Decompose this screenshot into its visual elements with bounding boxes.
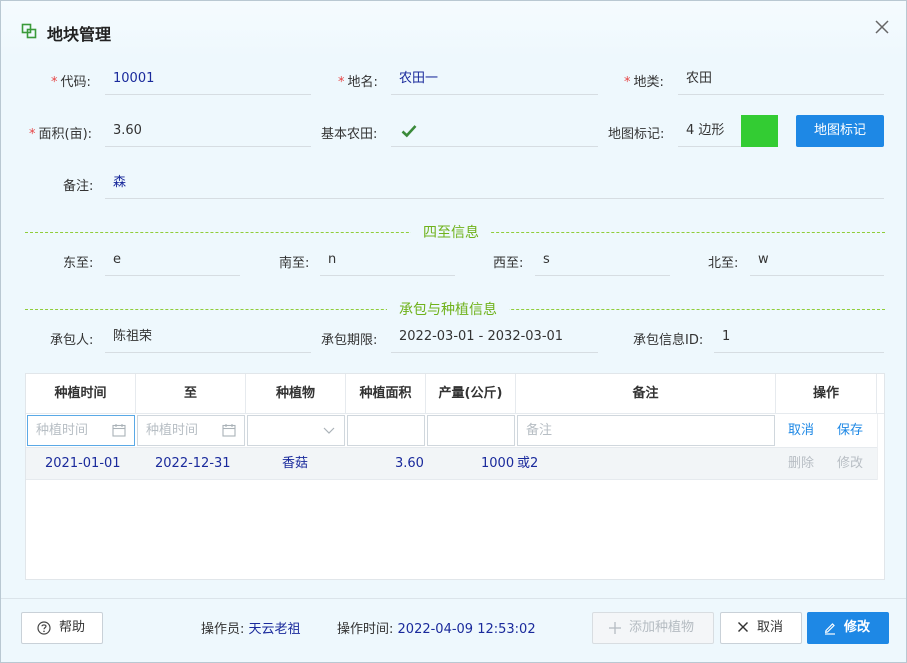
edit-cancel-link[interactable]: 取消 [788,415,814,447]
area-label-text: 面积(亩): [38,127,93,142]
modify-button-label: 修改 [844,620,871,635]
yield-input[interactable] [427,415,515,446]
map-mark-color-swatch[interactable] [741,115,778,147]
cancel-button[interactable]: 取消 [720,612,802,644]
north-label: 北至: [708,256,739,271]
start-date-placeholder: 种植时间 [36,423,89,438]
row-edit-link[interactable]: 修改 [837,448,863,480]
add-plant-button-label: 添加种植物 [629,620,695,635]
planting-grid: 种植时间 至 种植物 种植面积 产量(公斤) 备注 操作 种植时间 种植时间 备… [25,373,885,580]
name-label: * 地名: [338,71,378,90]
south-field[interactable]: n [320,244,455,276]
calendar-icon [222,424,236,437]
dialog-title: 地块管理 [47,25,112,44]
cancel-button-label: 取消 [757,620,784,635]
operator-info: 操作员: 天云老祖 [201,618,301,637]
west-label: 西至: [493,256,524,271]
end-date-placeholder: 种植时间 [146,423,199,438]
edit-icon [824,623,835,635]
remark-label: 备注: [63,179,94,194]
map-mark-button[interactable]: 地图标记 [796,115,884,147]
close-icon [738,622,748,632]
help-button-label: 帮助 [59,620,86,635]
row-end-date: 2022-12-31 [155,456,231,471]
row-yield: 1000 [481,456,515,471]
category-label: * 地类: [624,71,664,90]
plus-icon [609,622,621,634]
close-icon[interactable] [873,18,891,36]
plant-select[interactable] [247,415,345,446]
copy-icon [21,23,37,39]
west-field[interactable]: s [535,244,670,276]
contractor-field[interactable]: 陈祖荣 [105,321,311,353]
row-area: 3.60 [395,456,424,471]
col-header-remark: 备注 [516,374,776,414]
operator-label: 操作员: [201,622,245,637]
chevron-down-icon [323,427,335,434]
east-field[interactable]: e [105,244,240,276]
code-field[interactable]: 10001 [105,63,311,95]
north-field[interactable]: w [750,244,884,276]
operation-time-value: 2022-04-09 12:53:02 [397,622,536,637]
operation-time-info: 操作时间: 2022-04-09 12:53:02 [337,618,536,637]
remark-field[interactable]: 森 [105,167,884,199]
contract-period-field[interactable]: 2022-03-01 - 2032-03-01 [391,321,598,353]
land-parcel-dialog: 地块管理 * 代码: 10001 * 地名: 农田一 * 地类: 农田 * 面积(亩):… [0,0,907,663]
calendar-icon [112,424,126,437]
required-mark: * [29,127,36,142]
required-mark: * [338,75,345,90]
category-field[interactable]: 农田 [678,63,884,95]
boundaries-section-title: 四至信息 [411,222,491,242]
col-header-plant: 种植物 [246,374,346,414]
table-row[interactable]: 2021-01-01 2022-12-31 香菇 3.60 1000 或2 删除… [26,448,877,480]
edit-save-link[interactable]: 保存 [837,415,863,447]
row-start-date: 2021-01-01 [45,456,121,471]
name-field[interactable]: 农田一 [391,63,598,95]
basic-farmland-label: 基本农田: [321,127,378,142]
col-header-yield: 产量(公斤) [426,374,516,414]
code-label: * 代码: [51,71,91,90]
area-label: * 面积(亩): [29,123,92,142]
contractor-label: 承包人: [50,333,94,348]
category-label-text: 地类: [633,75,664,90]
map-mark-label: 地图标记: [608,127,665,142]
required-mark: * [624,75,631,90]
row-plant: 香菇 [282,456,309,471]
basic-farmland-checkbox[interactable] [391,115,598,147]
contract-section-title: 承包与种植信息 [387,299,509,319]
remark-input[interactable]: 备注 [517,415,775,446]
operator-value: 天云老祖 [248,622,301,637]
operation-time-label: 操作时间: [337,622,394,637]
required-mark: * [51,75,58,90]
col-header-end: 至 [136,374,246,414]
col-header-actions: 操作 [776,374,877,414]
grid-scrollbar[interactable] [877,414,884,480]
modify-button[interactable]: 修改 [807,612,889,644]
grid-edit-row: 种植时间 种植时间 备注 取消 保存 [26,414,884,448]
contract-id-field[interactable]: 1 [714,321,884,353]
col-header-start: 种植时间 [26,374,136,414]
help-button[interactable]: 帮助 [21,612,103,644]
add-plant-button[interactable]: 添加种植物 [592,612,714,644]
start-date-input[interactable]: 种植时间 [27,415,135,446]
grid-header: 种植时间 至 种植物 种植面积 产量(公斤) 备注 操作 [26,374,884,414]
end-date-input[interactable]: 种植时间 [137,415,245,446]
east-label: 东至: [63,256,94,271]
south-label: 南至: [279,256,310,271]
row-delete-link[interactable]: 删除 [788,448,814,480]
dialog-footer: 帮助 操作员: 天云老祖 操作时间: 2022-04-09 12:53:02 添… [1,598,906,662]
contract-period-label: 承包期限: [321,333,378,348]
map-mark-field: 4 边形 [678,115,741,147]
name-label-text: 地名: [347,75,378,90]
code-label-text: 代码: [60,75,91,90]
help-icon [37,621,51,635]
dialog-titlebar: 地块管理 [1,1,906,59]
checkmark-icon [401,125,417,138]
row-remark: 或2 [517,456,539,471]
col-header-area: 种植面积 [346,374,426,414]
contract-id-label: 承包信息ID: [633,333,704,348]
area-field[interactable]: 3.60 [105,115,311,147]
area-input[interactable] [347,415,425,446]
